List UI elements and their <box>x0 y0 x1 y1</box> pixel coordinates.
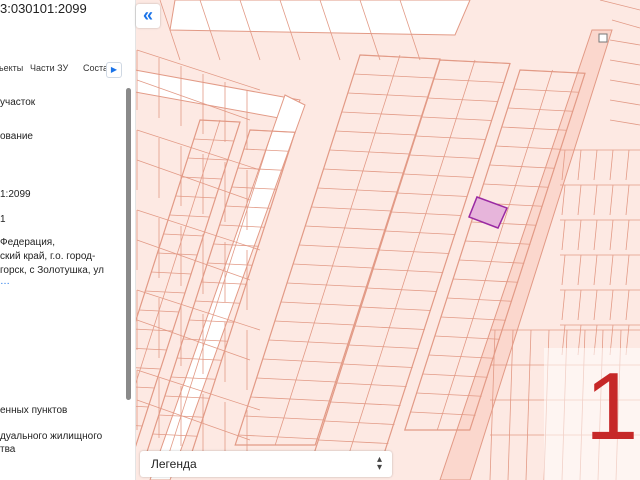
field-address-line-2: ский край, г.о. город- <box>0 251 96 262</box>
field-permitted-use-line-1: дуального жилищного <box>0 431 103 442</box>
parcel-boundary <box>625 219 630 251</box>
parcel-boundary <box>561 184 566 216</box>
panel-scrollbar-thumb[interactable] <box>126 88 131 400</box>
parcel-boundary <box>561 254 566 286</box>
field-land-category: енных пунктов <box>0 405 68 416</box>
parcel-boundary <box>609 184 614 216</box>
tabs-scroll-right-icon[interactable]: ▶ <box>106 62 122 78</box>
parcel-boundary <box>609 149 614 181</box>
parcel-boundary <box>577 289 582 321</box>
field-quarter: 1 <box>0 214 6 225</box>
road <box>149 94 306 480</box>
parcel-boundary <box>136 159 251 201</box>
survey-marker <box>598 33 608 43</box>
tab-parts[interactable]: Части ЗУ <box>30 63 68 73</box>
parcel-boundary <box>625 184 630 216</box>
tab-objects[interactable]: ъекты <box>0 63 23 73</box>
parcel-boundary <box>609 219 614 251</box>
info-panel: 3:030101:2099 ъекты Части ЗУ Состав ▶ уч… <box>0 0 136 480</box>
parcel-boundary <box>593 149 598 181</box>
parcel-boundary <box>577 219 582 251</box>
address-more-link[interactable]: … <box>0 275 10 288</box>
parcel-boundary <box>609 79 640 86</box>
parcel-boundary <box>609 289 614 321</box>
field-cadastral-number: 1:2099 <box>0 189 31 200</box>
cadastral-number-title: 3:030101:2099 <box>0 1 87 16</box>
parcel-boundary <box>577 254 582 286</box>
parcel-boundary <box>611 19 640 29</box>
field-permitted-use-line-2: тва <box>0 444 16 455</box>
parcel-boundary <box>609 119 640 126</box>
parcel-boundary <box>609 99 640 106</box>
parcel-boundary <box>609 59 640 66</box>
building-area <box>169 0 471 36</box>
legend-label: Легенда <box>151 457 197 471</box>
parcel-boundary <box>609 39 640 46</box>
parcel-boundary <box>625 289 630 321</box>
parcel-boundary <box>136 289 261 331</box>
parcel-boundary <box>166 129 273 461</box>
parcel-boundary <box>599 0 640 11</box>
parcel-boundary <box>577 149 582 181</box>
legend-select[interactable]: Легенда ▴ ▾ <box>140 451 392 477</box>
parcel-boundary <box>609 254 614 286</box>
parcel-boundary <box>593 254 598 286</box>
field-name: ование <box>0 131 33 142</box>
parcel-boundary <box>593 184 598 216</box>
parcel-boundary <box>593 219 598 251</box>
number-badge: 1 <box>585 353 639 460</box>
field-address-line-1: Федерация, <box>0 237 55 248</box>
parcel-boundary <box>593 289 598 321</box>
parcel-boundary <box>346 59 476 461</box>
parcel-boundary <box>561 219 566 251</box>
road <box>134 69 301 121</box>
parcel-boundary <box>525 329 532 480</box>
field-address-line-3: горск, с Золотушка, ул <box>0 265 104 276</box>
field-object-type: участок <box>0 97 36 108</box>
collapse-panel-button[interactable]: « <box>136 4 160 28</box>
parcel-boundary <box>136 129 261 171</box>
chevron-up-down-icon: ▴ ▾ <box>376 454 382 473</box>
parcel-boundary <box>577 184 582 216</box>
parcel-boundary <box>625 254 630 286</box>
parcel-boundary <box>561 289 566 321</box>
parcel-boundary <box>625 149 630 181</box>
